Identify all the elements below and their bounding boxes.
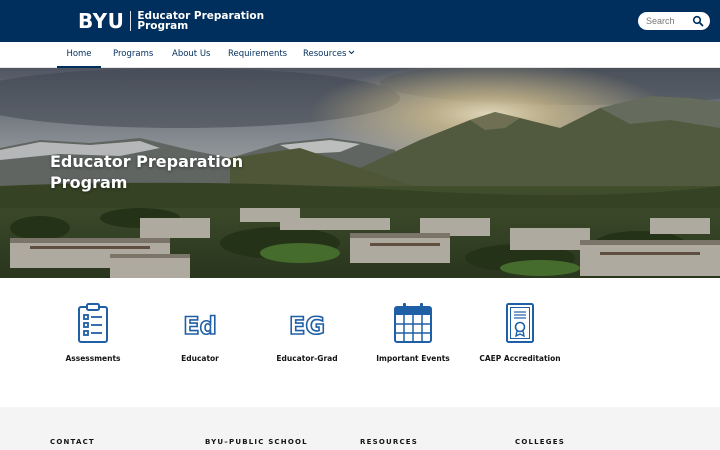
hero-title-line1: Educator Preparation	[50, 152, 244, 171]
quick-link-important-events[interactable]: Important Events	[363, 302, 463, 363]
quick-link-label: Assessments	[65, 354, 121, 363]
eg-letters-icon: EG	[288, 311, 326, 341]
svg-text:EG: EG	[289, 312, 325, 340]
footer-heading-resources: RESOURCES	[360, 438, 418, 446]
search-box[interactable]	[638, 12, 710, 30]
nav-item-home[interactable]: Home	[57, 42, 101, 68]
top-header-bar: BYU Educator Preparation Program	[0, 0, 720, 42]
calendar-icon	[394, 303, 432, 343]
site-footer: CONTACT BYU–PUBLIC SCHOOL RESOURCES COLL…	[0, 407, 720, 450]
footer-heading-contact: CONTACT	[50, 438, 95, 446]
ed-letters-icon: Ed	[182, 311, 217, 341]
site-title-line2: Program	[137, 20, 189, 32]
quick-link-label: CAEP Accreditation	[479, 354, 561, 363]
site-title: Educator Preparation Program	[137, 10, 264, 32]
svg-text:Ed: Ed	[183, 312, 217, 340]
quick-link-educator[interactable]: Ed Educator	[150, 302, 250, 363]
hero-banner: Educator Preparation Program	[0, 68, 720, 278]
nav-item-requirements[interactable]: Requirements	[228, 42, 287, 68]
nav-item-resources[interactable]: Resources	[303, 42, 346, 68]
site-logo[interactable]: BYU Educator Preparation Program	[78, 9, 264, 33]
main-nav: Home Programs About Us Requirements Reso…	[0, 42, 720, 68]
chevron-down-icon[interactable]	[348, 49, 355, 56]
quick-link-label: Educator-Grad	[276, 354, 338, 363]
hero-title: Educator Preparation Program	[50, 151, 280, 193]
clipboard-checklist-icon	[78, 303, 108, 343]
quick-link-label: Educator	[181, 354, 219, 363]
quick-link-label: Important Events	[376, 354, 450, 363]
footer-heading-byu-public-school: BYU–PUBLIC SCHOOL	[205, 438, 308, 446]
hero-title-line2: Program	[50, 173, 128, 192]
nav-item-about-us[interactable]: About Us	[172, 42, 210, 68]
search-icon[interactable]	[692, 15, 704, 27]
certificate-icon	[506, 303, 534, 343]
quick-link-assessments[interactable]: Assessments	[43, 302, 143, 363]
logo-divider	[130, 11, 132, 31]
quick-link-educator-grad[interactable]: EG Educator-Grad	[257, 302, 357, 363]
byu-logo-text: BYU	[78, 9, 125, 33]
quick-link-caep-accreditation[interactable]: CAEP Accreditation	[470, 302, 570, 363]
search-input[interactable]	[646, 14, 694, 28]
nav-item-programs[interactable]: Programs	[113, 42, 153, 68]
footer-heading-colleges: COLLEGES	[515, 438, 565, 446]
